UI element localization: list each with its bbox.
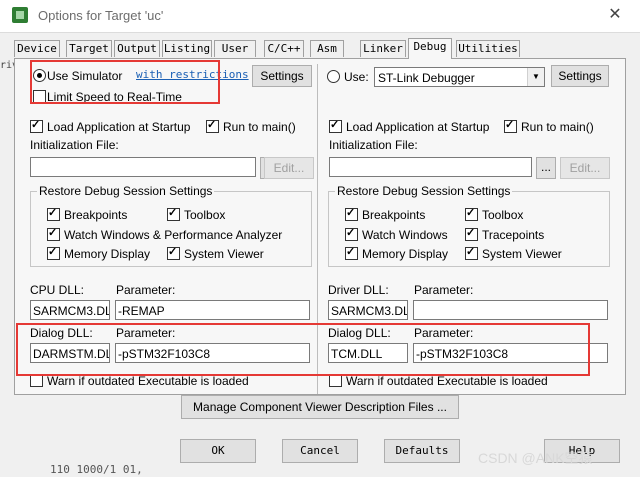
close-icon[interactable]: ✕ bbox=[600, 3, 630, 27]
right-breakpoints-label: Breakpoints bbox=[362, 208, 426, 222]
driver-dll-input[interactable]: SARMCM3.DLL bbox=[328, 300, 408, 320]
right-memory-checkbox[interactable] bbox=[345, 245, 358, 260]
tab-debug[interactable]: Debug bbox=[408, 38, 452, 59]
left-toolbox-checkbox[interactable] bbox=[167, 206, 180, 221]
title-bar: Options for Target 'uc' ✕ bbox=[0, 0, 640, 33]
left-run-to-main-label: Run to main() bbox=[223, 120, 296, 134]
left-warn-label: Warn if outdated Executable is loaded bbox=[47, 374, 249, 388]
tab-listing[interactable]: Listing bbox=[162, 40, 212, 57]
right-run-to-main-label: Run to main() bbox=[521, 120, 594, 134]
highlight-simulator bbox=[30, 60, 220, 104]
defaults-button[interactable]: Defaults bbox=[384, 439, 460, 463]
left-breakpoints-checkbox[interactable] bbox=[47, 206, 60, 221]
left-load-app-label: Load Application at Startup bbox=[47, 120, 191, 134]
driver-dll-label: Driver DLL: bbox=[328, 283, 389, 297]
tab-linker[interactable]: Linker bbox=[360, 40, 406, 57]
right-run-to-main-checkbox[interactable] bbox=[504, 118, 517, 133]
right-load-app-label: Load Application at Startup bbox=[346, 120, 490, 134]
right-tracepoints-label: Tracepoints bbox=[482, 228, 545, 242]
left-toolbox-label: Toolbox bbox=[184, 208, 226, 222]
driver-param-label: Parameter: bbox=[414, 283, 474, 297]
left-init-file-label: Initialization File: bbox=[30, 138, 119, 152]
ok-button[interactable]: OK bbox=[180, 439, 256, 463]
watermark: CSDN @ANK空猿 bbox=[478, 450, 593, 466]
left-run-to-main-checkbox[interactable] bbox=[206, 118, 219, 133]
right-browse-button[interactable]: ... bbox=[536, 157, 556, 179]
left-memory-label: Memory Display bbox=[64, 247, 151, 261]
right-init-file-label: Initialization File: bbox=[329, 138, 418, 152]
right-init-file-input[interactable] bbox=[329, 157, 532, 177]
background-code: 110 1000/1 01, bbox=[50, 463, 143, 476]
highlight-dialog-dll bbox=[16, 323, 590, 376]
right-edit-button[interactable]: Edit... bbox=[560, 157, 610, 179]
left-watch-label: Watch Windows & Performance Analyzer bbox=[64, 228, 283, 242]
right-sysviewer-label: System Viewer bbox=[482, 247, 562, 261]
left-breakpoints-label: Breakpoints bbox=[64, 208, 128, 222]
left-init-file-input[interactable] bbox=[30, 157, 256, 177]
right-watch-label: Watch Windows bbox=[362, 228, 448, 242]
tab-asm[interactable]: Asm bbox=[310, 40, 344, 57]
right-restore-legend: Restore Debug Session Settings bbox=[335, 184, 513, 198]
cancel-button[interactable]: Cancel bbox=[282, 439, 358, 463]
use-debugger-label: Use: bbox=[344, 70, 369, 84]
right-breakpoints-checkbox[interactable] bbox=[345, 206, 358, 221]
debugger-select[interactable]: ST-Link Debugger ▼ bbox=[374, 67, 545, 87]
right-toolbox-label: Toolbox bbox=[482, 208, 524, 222]
use-debugger-radio[interactable] bbox=[327, 70, 340, 83]
simulator-settings-button[interactable]: Settings bbox=[252, 65, 312, 87]
cpu-param-label: Parameter: bbox=[116, 283, 176, 297]
right-sysviewer-checkbox[interactable] bbox=[465, 245, 478, 260]
left-watch-checkbox[interactable] bbox=[47, 226, 60, 241]
left-sysviewer-checkbox[interactable] bbox=[167, 245, 180, 260]
tab-utilities[interactable]: Utilities bbox=[456, 40, 520, 57]
right-watch-checkbox[interactable] bbox=[345, 226, 358, 241]
right-memory-label: Memory Display bbox=[362, 247, 449, 261]
right-load-app-checkbox[interactable] bbox=[329, 118, 342, 133]
tab-user[interactable]: User bbox=[214, 40, 256, 57]
cpu-dll-label: CPU DLL: bbox=[30, 283, 85, 297]
tab-device[interactable]: Device bbox=[14, 40, 60, 57]
debugger-select-value: ST-Link Debugger bbox=[378, 71, 475, 85]
right-tracepoints-checkbox[interactable] bbox=[465, 226, 478, 241]
manage-component-viewer-button[interactable]: Manage Component Viewer Description File… bbox=[181, 395, 459, 419]
tab-target[interactable]: Target bbox=[66, 40, 112, 57]
right-toolbox-checkbox[interactable] bbox=[465, 206, 478, 221]
left-load-app-checkbox[interactable] bbox=[30, 118, 43, 133]
driver-param-input[interactable] bbox=[413, 300, 608, 320]
right-warn-label: Warn if outdated Executable is loaded bbox=[346, 374, 548, 388]
app-icon bbox=[12, 7, 28, 23]
tab-output[interactable]: Output bbox=[114, 40, 160, 57]
left-edit-button[interactable]: Edit... bbox=[264, 157, 314, 179]
tab-cc[interactable]: C/C++ bbox=[264, 40, 304, 57]
cpu-param-input[interactable]: -REMAP bbox=[115, 300, 310, 320]
left-restore-legend: Restore Debug Session Settings bbox=[37, 184, 215, 198]
cpu-dll-input[interactable]: SARMCM3.DLL bbox=[30, 300, 110, 320]
left-memory-checkbox[interactable] bbox=[47, 245, 60, 260]
left-sysviewer-label: System Viewer bbox=[184, 247, 264, 261]
chevron-down-icon[interactable]: ▼ bbox=[527, 68, 544, 86]
window-title: Options for Target 'uc' bbox=[38, 8, 164, 23]
debugger-settings-button[interactable]: Settings bbox=[551, 65, 609, 87]
